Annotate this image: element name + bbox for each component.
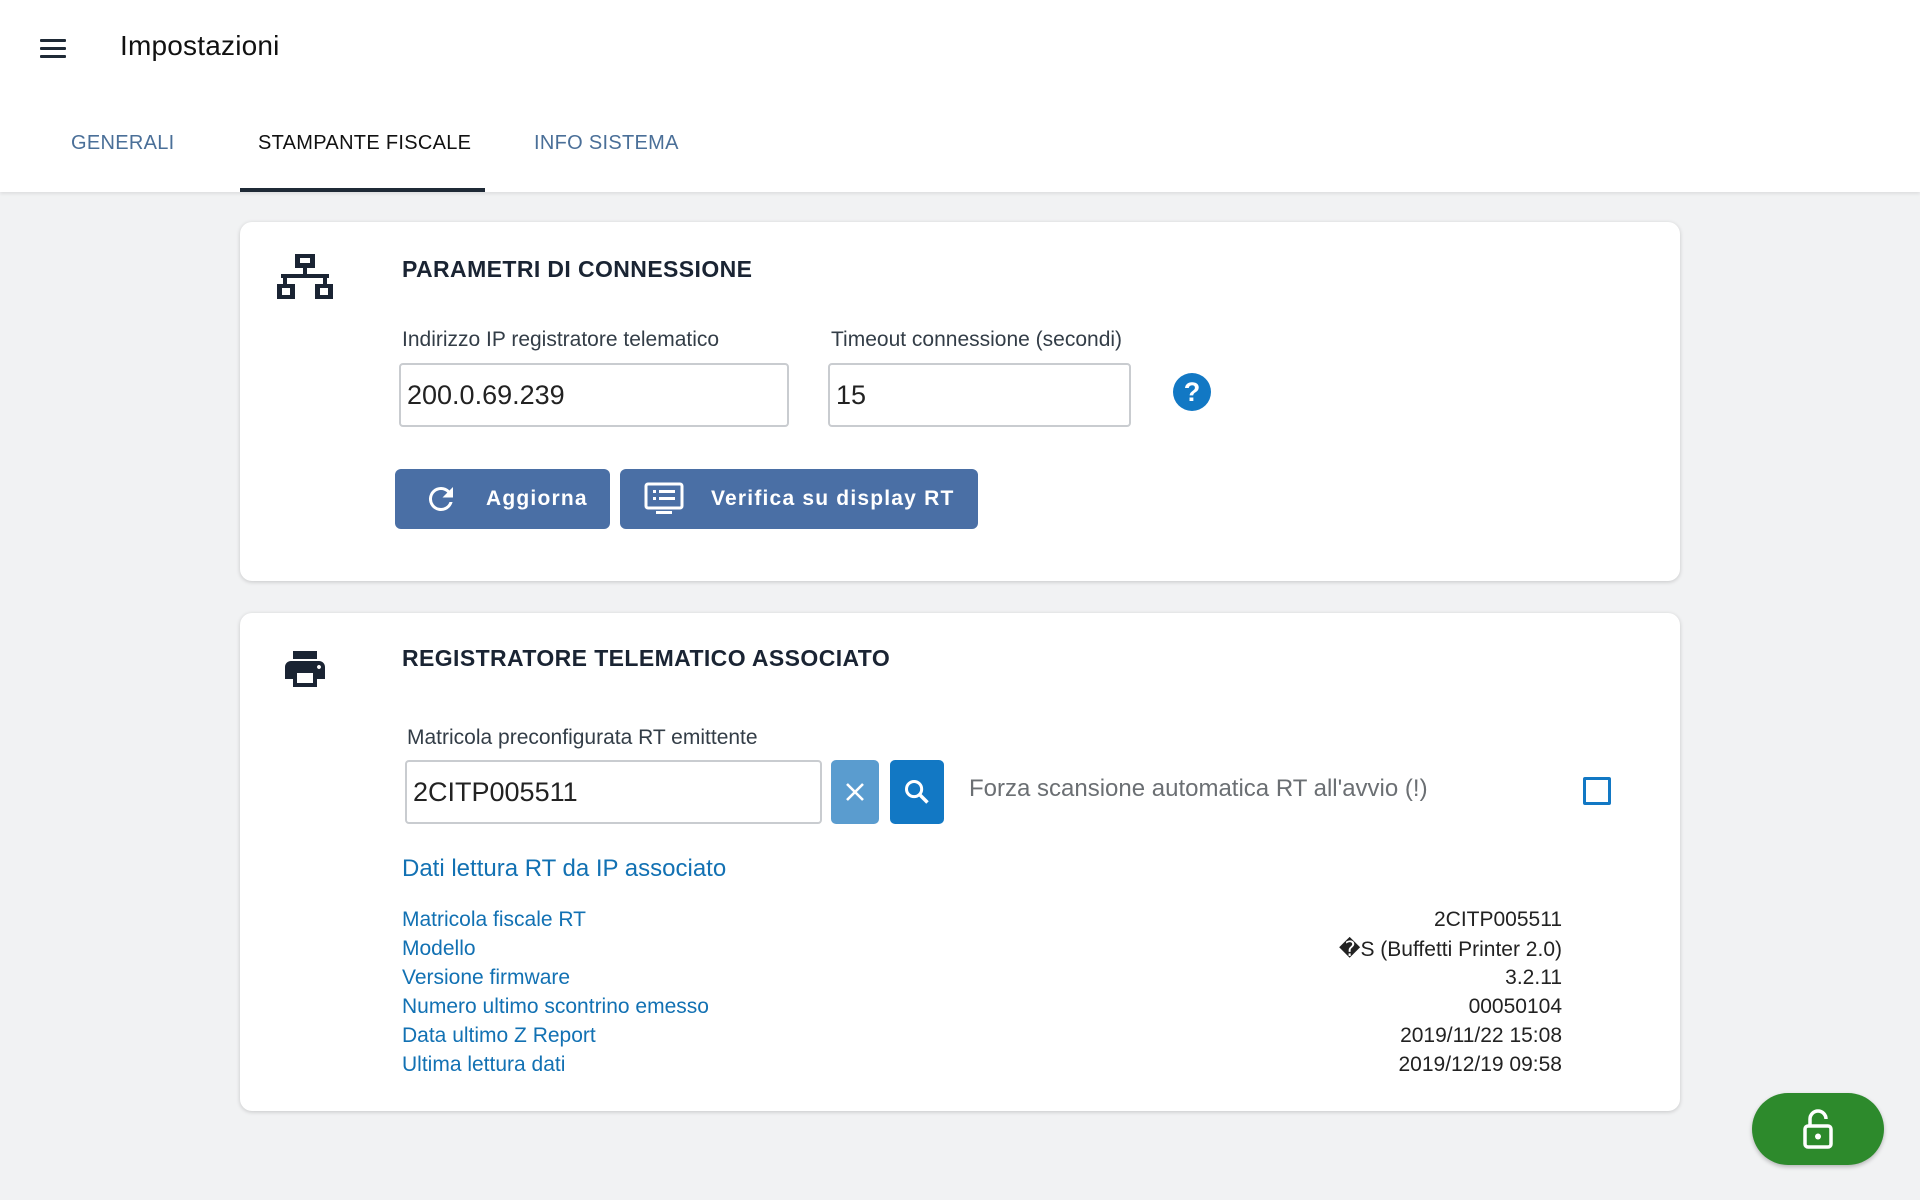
help-icon[interactable]: ? bbox=[1173, 373, 1211, 411]
info-value: 2CITP005511 bbox=[1433, 908, 1562, 931]
info-row-model: Modello �S (Buffetti Printer 2.0) bbox=[402, 937, 1562, 966]
rt-title: REGISTRATORE TELEMATICO ASSOCIATO bbox=[402, 645, 891, 671]
info-label: Data ultimo Z Report bbox=[402, 1024, 596, 1047]
info-value: �S (Buffetti Printer 2.0) bbox=[1338, 938, 1562, 961]
info-value: 2019/12/19 09:58 bbox=[1398, 1053, 1563, 1076]
refresh-button-label: Aggiorna bbox=[486, 487, 588, 510]
unlock-fab-button[interactable] bbox=[1752, 1093, 1884, 1165]
info-label: Matricola fiscale RT bbox=[402, 908, 586, 931]
printer-icon bbox=[285, 651, 325, 687]
force-scan-checkbox[interactable] bbox=[1583, 777, 1611, 805]
page-title: Impostazioni bbox=[120, 30, 280, 61]
network-icon bbox=[277, 254, 333, 299]
lock-open-icon bbox=[1803, 1109, 1833, 1149]
refresh-button[interactable]: Aggiorna bbox=[395, 469, 610, 529]
tab-stampante-fiscale[interactable]: STAMPANTE FISCALE bbox=[258, 132, 471, 155]
info-row-firmware: Versione firmware 3.2.11 bbox=[402, 966, 1562, 995]
info-value: 2019/11/22 15:08 bbox=[1400, 1024, 1562, 1047]
active-tab-indicator bbox=[240, 188, 485, 192]
close-icon bbox=[846, 783, 864, 801]
info-row-last-receipt: Numero ultimo scontrino emesso 00050104 bbox=[402, 995, 1562, 1024]
clear-serial-button[interactable] bbox=[831, 760, 879, 824]
search-serial-button[interactable] bbox=[890, 760, 944, 824]
info-label: Versione firmware bbox=[402, 966, 571, 989]
hamburger-menu-icon[interactable] bbox=[38, 34, 70, 64]
timeout-label: Timeout connessione (secondi) bbox=[831, 328, 1123, 351]
search-icon bbox=[904, 779, 929, 804]
timeout-input[interactable]: 15 bbox=[828, 363, 1131, 427]
info-row-serial: Matricola fiscale RT 2CITP005511 bbox=[402, 908, 1562, 937]
display-icon bbox=[644, 482, 684, 514]
info-label: Numero ultimo scontrino emesso bbox=[402, 995, 709, 1018]
app-bar: Impostazioni GENERALI STAMPANTE FISCALE … bbox=[0, 0, 1920, 192]
tab-info-sistema[interactable]: INFO SISTEMA bbox=[534, 132, 679, 155]
connection-card: PARAMETRI DI CONNESSIONE Indirizzo IP re… bbox=[240, 222, 1680, 581]
serial-input[interactable]: 2CITP005511 bbox=[405, 760, 822, 824]
info-label: Modello bbox=[402, 937, 476, 960]
verify-display-button-label: Verifica su display RT bbox=[711, 487, 955, 510]
verify-display-button[interactable]: Verifica su display RT bbox=[620, 469, 978, 529]
serial-label: Matricola preconfigurata RT emittente bbox=[407, 726, 758, 749]
info-value: 3.2.11 bbox=[1505, 966, 1562, 989]
info-row-z-report: Data ultimo Z Report 2019/11/22 15:08 bbox=[402, 1024, 1562, 1053]
rt-card: REGISTRATORE TELEMATICO ASSOCIATO Matric… bbox=[240, 613, 1680, 1111]
connection-title: PARAMETRI DI CONNESSIONE bbox=[402, 256, 753, 282]
force-scan-label: Forza scansione automatica RT all'avvio … bbox=[969, 775, 1428, 802]
ip-address-label: Indirizzo IP registratore telematico bbox=[402, 328, 720, 351]
tab-generali[interactable]: GENERALI bbox=[71, 132, 175, 155]
info-label: Ultima lettura dati bbox=[402, 1053, 566, 1076]
refresh-icon bbox=[428, 486, 453, 511]
rt-data-heading: Dati lettura RT da IP associato bbox=[402, 855, 727, 882]
ip-address-input[interactable]: 200.0.69.239 bbox=[399, 363, 789, 427]
info-value: 00050104 bbox=[1468, 995, 1562, 1018]
info-row-last-read: Ultima lettura dati 2019/12/19 09:58 bbox=[402, 1053, 1562, 1082]
